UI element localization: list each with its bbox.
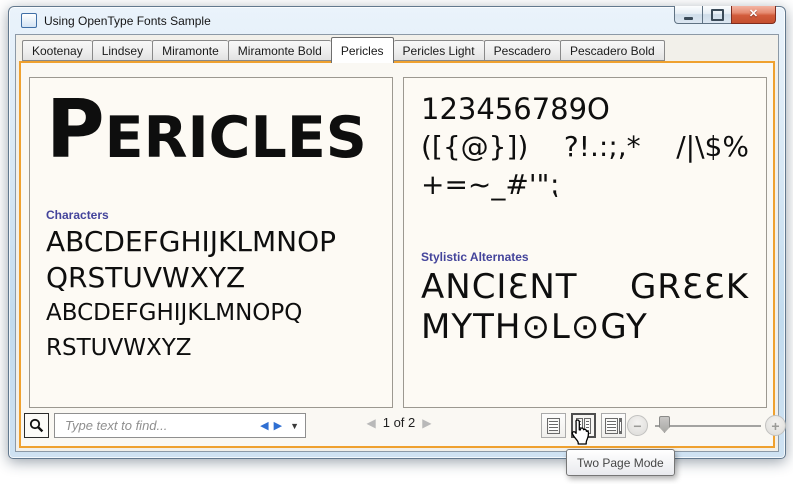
find-input[interactable] — [63, 417, 256, 434]
tab-pericles-light[interactable]: Pericles Light — [393, 40, 484, 61]
symbols-group-slashes: /|\$% — [676, 130, 749, 163]
alternates-sample-line1: ANCIƐNT GRƐƐK — [421, 267, 749, 307]
lowercase-sample-line1: ABCDEFGHIJKLMNOPQ — [46, 300, 303, 326]
page-indicator: 1 of 2 — [382, 415, 416, 430]
tab-kootenay[interactable]: Kootenay — [22, 40, 92, 61]
minimize-icon — [684, 16, 693, 20]
lowercase-sample-line2: RSTUVWXYZ — [46, 335, 192, 361]
font-title: P ERICLES — [46, 83, 367, 176]
close-icon: ✕ — [748, 8, 759, 20]
find-next-icon[interactable]: ▶ — [274, 419, 282, 432]
client-area: Kootenay Lindsey Miramonte Miramonte Bol… — [15, 34, 786, 452]
uppercase-sample-line2: QRSTUVWXYZ — [46, 261, 246, 294]
tab-pescadero-bold[interactable]: Pescadero Bold — [559, 40, 665, 61]
maximize-icon — [710, 8, 724, 21]
maximize-button[interactable] — [703, 6, 731, 24]
minimize-button[interactable] — [674, 6, 703, 24]
font-tab-strip: Kootenay Lindsey Miramonte Miramonte Bol… — [19, 37, 775, 63]
tooltip-two-page-mode: Two Page Mode — [566, 449, 675, 476]
symbols-group-brackets: ([{@}]) — [421, 130, 529, 163]
tab-pescadero[interactable]: Pescadero — [483, 40, 560, 61]
search-icon — [29, 418, 44, 433]
numbers-sample: 123456789O — [421, 92, 610, 126]
page-navigation: ◀ 1 of 2 ▶ — [351, 415, 447, 430]
previous-page-button[interactable]: ◀ — [367, 416, 376, 430]
single-page-mode-button[interactable] — [541, 413, 566, 438]
app-window: Using OpenType Fonts Sample ✕ Kootenay L… — [8, 6, 786, 459]
scroll-mode-icon — [605, 417, 622, 434]
window-title: Using OpenType Fonts Sample — [44, 13, 211, 28]
tab-miramonte-bold[interactable]: Miramonte Bold — [227, 40, 331, 61]
find-box: ◀ ▶ ▼ — [54, 413, 306, 438]
find-previous-icon[interactable]: ◀ — [260, 419, 268, 432]
scroll-mode-button[interactable] — [601, 413, 626, 438]
symbols-sample-line1: ([{@}]) ?!.:;,* /|\$% — [421, 128, 749, 166]
find-button[interactable] — [24, 413, 49, 438]
single-page-icon — [547, 417, 560, 434]
characters-heading: Characters — [46, 208, 109, 222]
alternates-word-greek: GRƐƐK — [629, 267, 749, 307]
next-page-button[interactable]: ▶ — [422, 416, 431, 430]
tab-lindsey[interactable]: Lindsey — [91, 40, 153, 61]
window-icon — [21, 13, 37, 28]
symbols-group-punct: ?!.:;,* — [563, 130, 641, 163]
minus-icon: − — [633, 417, 642, 434]
pericles-tab-panel: P ERICLES Characters ABCDEFGHIJKLMNOP QRS… — [19, 61, 786, 448]
window-controls: ✕ — [674, 6, 776, 24]
screen: Using OpenType Fonts Sample ✕ Kootenay L… — [0, 0, 793, 484]
zoom-in-button[interactable]: + — [765, 415, 786, 436]
alternates-sample-line2: MYTH⊙L⊙GY — [421, 307, 648, 347]
stylistic-alternates-heading: Stylistic Alternates — [421, 250, 529, 264]
close-button[interactable]: ✕ — [731, 6, 776, 24]
title-bar[interactable]: Using OpenType Fonts Sample ✕ — [9, 6, 785, 34]
symbols-sample-line2: +=~_#'"⁏ — [421, 168, 559, 201]
zoom-slider-track[interactable] — [655, 425, 761, 427]
hand-cursor-icon — [571, 419, 590, 445]
tab-pericles[interactable]: Pericles — [330, 37, 394, 63]
plus-icon: + — [771, 417, 780, 434]
document-page-left: P ERICLES Characters ABCDEFGHIJKLMNOP QRS… — [29, 77, 393, 408]
zoom-slider-thumb[interactable] — [659, 416, 670, 433]
reader-toolbar: ◀ ▶ ▼ ◀ 1 of 2 ▶ — [21, 413, 786, 439]
alternates-word-ancient: ANCIƐNT — [421, 267, 578, 307]
find-options-dropdown-icon[interactable]: ▼ — [290, 421, 299, 431]
document-page-right: 123456789O ([{@}]) ?!.:;,* /|\$% +=~_#'"… — [403, 77, 767, 408]
tab-miramonte[interactable]: Miramonte — [152, 40, 228, 61]
zoom-out-button[interactable]: − — [627, 415, 648, 436]
uppercase-sample-line1: ABCDEFGHIJKLMNOP — [46, 225, 337, 258]
